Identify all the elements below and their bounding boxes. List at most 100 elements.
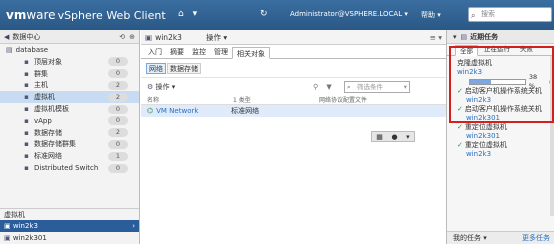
datastore-cluster-icon: ▪	[24, 140, 29, 149]
nav-item-count: 1	[108, 151, 128, 161]
task-target[interactable]: win2k301	[457, 132, 554, 141]
top-header: vmware vSphere Web Client ⌂ ▾ ↻ Administr…	[0, 0, 554, 30]
column-header-profile[interactable]: 网络协议配置文件	[319, 95, 367, 104]
column-header-type[interactable]: 1 类型	[233, 95, 319, 104]
collapse-icon[interactable]: ▾	[453, 33, 457, 41]
my-tasks-menu[interactable]: 我的任务 ▾	[453, 233, 487, 243]
history-icon[interactable]: ⟲	[119, 33, 125, 41]
folder-icon: ▪	[24, 57, 29, 66]
nav-item[interactable]: ▪ vApp 0	[0, 115, 139, 127]
tasks-tabs: 全部 正在运行 失败	[447, 44, 554, 56]
recent-tasks-panel: ▾ ▤ 近期任务 全部正在运行失败 克隆虚拟机 win2k3 38 % ⊗ ✓启…	[446, 30, 554, 244]
task-title: 重定位虚拟机	[464, 141, 507, 149]
nav-item[interactable]: ▪ 主机 2	[0, 80, 139, 92]
tasks-tab-1[interactable]: 正在运行	[480, 44, 514, 55]
help-menu[interactable]: 帮助 ▾	[421, 10, 441, 20]
navigator-panel: ◀ 数据中心 ⟲ ⊕ ▤ database ▪ 顶层对象 0 ▪ 群集 0 ▪ 主机 2 ▪ 虚拟机…	[0, 30, 140, 244]
tab-1[interactable]: 摘要	[166, 46, 188, 58]
filter-icon[interactable]: ▼	[326, 83, 331, 91]
task-title: 启动客户机操作系统关机	[464, 105, 542, 113]
checkmark-icon: ✓	[457, 141, 463, 149]
nav-item-label: vApp	[34, 116, 52, 125]
pin-icon[interactable]: ⊕	[129, 33, 135, 41]
object-tabs: 入门 摘要 监控 管理 相关对象	[141, 45, 446, 59]
back-arrow-icon[interactable]: ◀	[4, 33, 9, 41]
nav-item[interactable]: ▪ Distributed Switch 0	[0, 162, 139, 174]
nav-item-count: 2	[108, 92, 128, 102]
chevron-down-icon[interactable]: ▾	[404, 82, 407, 92]
nav-item[interactable]: ▪ 顶层对象 0	[0, 56, 139, 68]
table-row[interactable]: ⌬ VM Network 标准网络	[141, 105, 446, 117]
nav-item-count: 0	[108, 116, 128, 126]
home-icon[interactable]: ⌂	[178, 9, 184, 19]
tab-4[interactable]: 相关对象	[232, 47, 270, 59]
task-title: 启动客户机操作系统关机	[464, 87, 542, 95]
task-target[interactable]: win2k301	[457, 114, 554, 123]
recent-tasks-header[interactable]: ▾ ▤ 近期任务	[447, 30, 554, 44]
add-network-icon[interactable]: ⚲	[313, 83, 318, 91]
nav-item-label: 数据存储	[34, 128, 62, 137]
vmware-logo: vmware vSphere Web Client	[6, 8, 166, 22]
column-header-name[interactable]: 名称	[147, 95, 233, 104]
tasks-tab-0[interactable]: 全部	[455, 45, 478, 56]
search-input[interactable]: ⌕ 搜索	[468, 7, 552, 22]
more-tasks-link[interactable]: 更多任务	[522, 233, 550, 243]
nav-item-count: 0	[108, 104, 128, 114]
nav-vm-win2k301[interactable]: ▣ win2k301	[0, 232, 139, 244]
object-title: win2k3	[155, 32, 182, 42]
filter-input[interactable]: ⌕ 筛选条件 ▾	[344, 81, 410, 93]
refresh-icon[interactable]: ↻	[260, 9, 268, 19]
nav-item-count: 0	[108, 163, 128, 173]
profile-icon[interactable]: ▦	[376, 133, 383, 141]
tasks-scrollbar[interactable]	[550, 56, 554, 216]
help-icon[interactable]: ●	[391, 133, 397, 141]
nav-item[interactable]: ▪ 虚拟机 2	[0, 91, 139, 104]
nav-item[interactable]: ▪ 虚拟机模板 0	[0, 103, 139, 115]
tab-2[interactable]: 监控	[188, 46, 210, 58]
task-item: ✓ 重定位虚拟机 win2k3	[447, 141, 554, 159]
options-icon[interactable]: ≡ ▾	[430, 33, 442, 42]
task-target[interactable]: win2k3	[457, 96, 554, 105]
datacenter-node[interactable]: ▤ database	[0, 44, 139, 56]
nav-item-count: 2	[108, 128, 128, 138]
tab-3[interactable]: 管理	[210, 46, 232, 58]
tasks-footer: 我的任务 ▾ 更多任务	[447, 231, 554, 244]
nav-item[interactable]: ▪ 数据存储群集 0	[0, 139, 139, 151]
task-item: ✓ 启动客户机操作系统关机 win2k301	[447, 105, 554, 123]
switch-icon: ▪	[24, 164, 29, 173]
main-content: ▣ win2k3 操作 ▾ ≡ ▾ 入门 摘要 监控 管理 相关对象 网络 数据存储 ⚙ …	[141, 30, 446, 244]
nav-item-label: 主机	[34, 81, 48, 90]
subtab-0[interactable]: 网络	[146, 63, 166, 74]
nav-item-label: 虚拟机	[34, 93, 55, 102]
user-menu[interactable]: Administrator@VSPHERE.LOCAL ▾	[290, 10, 408, 18]
vm-icon: ▣	[145, 32, 153, 42]
cluster-icon: ▪	[24, 69, 29, 78]
related-toolbar: ⚙ 操作 ▾ ⚲ ▼ ⌕ 筛选条件 ▾	[141, 77, 446, 95]
network-icon: ⌬	[147, 107, 154, 115]
actions-menu[interactable]: 操作 ▾	[206, 32, 227, 43]
task-target[interactable]: win2k3	[457, 150, 554, 159]
menu-icon[interactable]: ▾	[193, 9, 198, 19]
chevron-right-icon: ›	[132, 222, 135, 230]
row-name[interactable]: VM Network	[156, 107, 231, 115]
tasks-tab-2[interactable]: 失败	[516, 44, 537, 55]
nav-item[interactable]: ▪ 数据存储 2	[0, 127, 139, 139]
checkmark-icon: ✓	[457, 105, 463, 113]
search-icon: ⌕	[347, 83, 351, 91]
navigator-back-label[interactable]: 数据中心	[12, 32, 40, 42]
vm-icon: ▪	[24, 93, 29, 102]
vm-icon: ▣	[4, 222, 11, 230]
vapp-icon: ▪	[24, 116, 29, 125]
subtab-1[interactable]: 数据存储	[167, 63, 201, 74]
tab-0[interactable]: 入门	[144, 46, 166, 58]
nav-item[interactable]: ▪ 群集 0	[0, 68, 139, 80]
nav-item-label: 虚拟机模板	[34, 105, 69, 114]
nav-vm-win2k3[interactable]: ▣ win2k3 ›	[0, 220, 139, 232]
chevron-down-icon[interactable]: ▾	[406, 133, 410, 141]
nav-item-count: 0	[108, 57, 128, 67]
nav-item-label: 顶层对象	[34, 57, 62, 66]
nav-item[interactable]: ▪ 标准网络 1	[0, 150, 139, 162]
operations-menu[interactable]: ⚙ 操作 ▾	[147, 82, 175, 92]
task-item: ✓ 重定位虚拟机 win2k301	[447, 123, 554, 141]
nav-item-label: 标准网络	[34, 152, 62, 161]
